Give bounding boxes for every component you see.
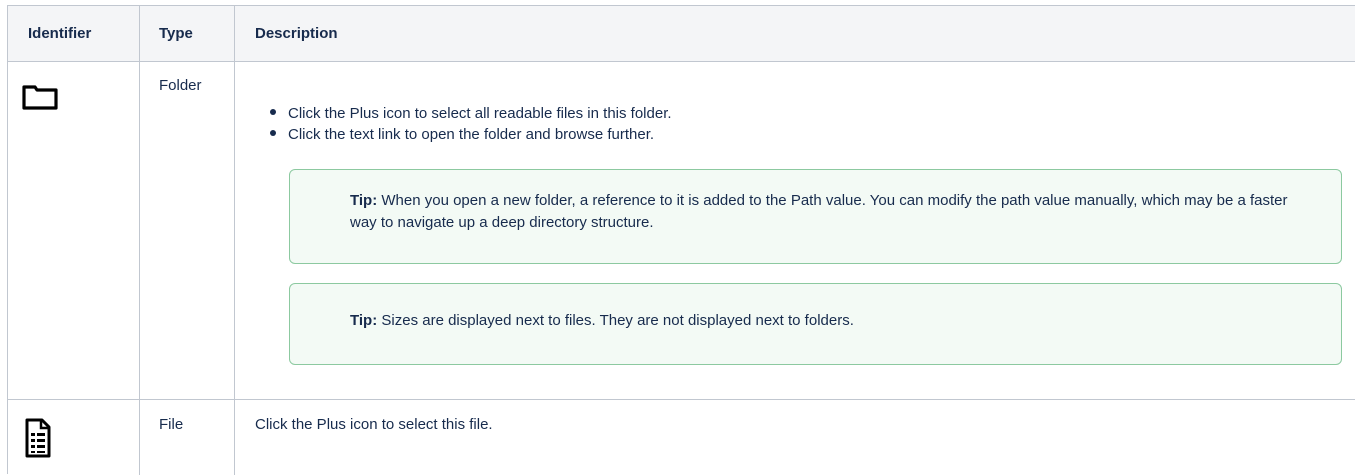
- table-header-row: Identifier Type Description: [8, 6, 1355, 62]
- tip-text: When you open a new folder, a reference …: [350, 192, 1288, 231]
- file-description: Click the Plus icon to select this file.: [255, 416, 493, 433]
- list-item: Click the text link to open the folder a…: [266, 124, 672, 145]
- header-type: Type: [159, 25, 193, 42]
- list-item: Click the Plus icon to select all readab…: [266, 103, 672, 124]
- column-divider: [139, 6, 140, 475]
- row-type-file: File: [159, 416, 184, 433]
- file-icon: [25, 418, 51, 461]
- header-description: Description: [255, 25, 338, 42]
- tip-label: Tip:: [350, 312, 378, 329]
- tip-text: Sizes are displayed next to files. They …: [381, 312, 854, 329]
- identifier-table: Identifier Type Description Folder Click…: [7, 5, 1355, 475]
- tip-callout: Tip: When you open a new folder, a refer…: [289, 169, 1342, 264]
- tip-label: Tip:: [350, 192, 378, 209]
- header-identifier: Identifier: [28, 25, 92, 42]
- tip-callout: Tip: Sizes are displayed next to files. …: [289, 283, 1342, 365]
- row-divider: [8, 399, 1355, 400]
- folder-description-list: Click the Plus icon to select all readab…: [266, 103, 672, 145]
- row-type-folder: Folder: [159, 77, 202, 94]
- column-divider: [234, 6, 235, 475]
- folder-icon: [22, 84, 58, 113]
